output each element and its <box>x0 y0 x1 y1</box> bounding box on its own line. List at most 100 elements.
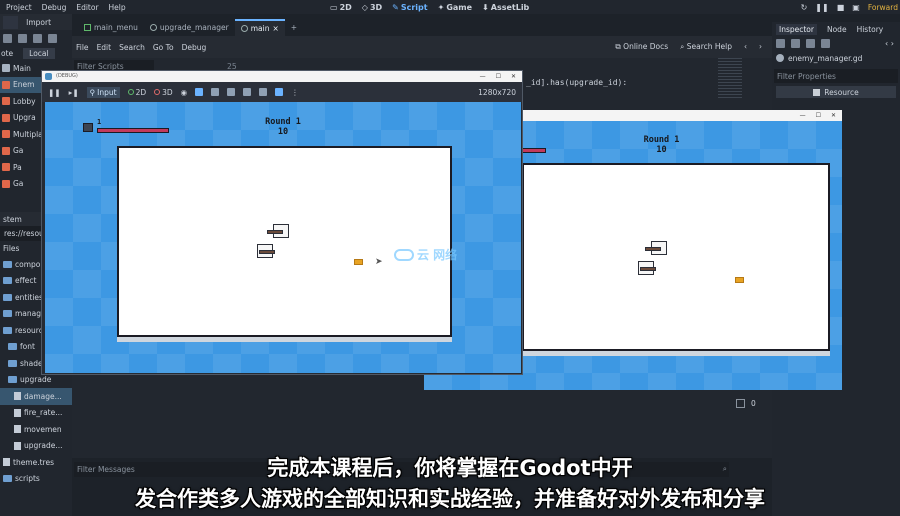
node-icon <box>2 179 10 188</box>
code-line[interactable]: _id].has(upgrade_id): <box>526 78 627 87</box>
menu-search[interactable]: Search <box>119 43 145 52</box>
remote-debug-icon[interactable]: ↻ <box>801 3 808 12</box>
camera-icon[interactable] <box>227 88 236 96</box>
filesystem-item[interactable]: movemen <box>0 421 72 438</box>
pause-icon[interactable]: ❚❚ <box>815 3 828 12</box>
online-docs-button[interactable]: ⧉ Online Docs <box>615 42 668 52</box>
menu-file[interactable]: File <box>76 43 89 52</box>
filesystem-item-label: effect <box>15 276 37 286</box>
mode-3d-button[interactable]: 3D <box>154 88 173 97</box>
close-icon[interactable]: ✕ <box>831 112 836 119</box>
round-value: 10 <box>656 145 667 155</box>
checkbox-icon[interactable] <box>736 398 745 408</box>
maximize-icon[interactable]: ☐ <box>816 112 821 119</box>
menu-script-debug[interactable]: Debug <box>182 43 207 52</box>
movie-icon[interactable]: ▣ <box>852 3 860 12</box>
more-options-icon[interactable]: ⋮ <box>291 88 299 97</box>
add-tab-button[interactable]: + <box>285 19 303 36</box>
inspector-tabs: Inspector Node History <box>772 22 900 36</box>
workspace-assetlib-button[interactable]: ⬇ AssetLib <box>482 3 529 12</box>
tab-history[interactable]: History <box>857 25 884 34</box>
scene-tree-item-label: Ga <box>13 179 24 189</box>
tab-import[interactable]: Import <box>26 18 51 27</box>
close-icon[interactable]: × <box>272 24 278 33</box>
zoom-reset-icon[interactable] <box>243 88 252 96</box>
folder-icon <box>8 359 17 367</box>
workspace-3d-button[interactable]: ◇ 3D <box>362 3 382 12</box>
tab-scene[interactable] <box>3 15 19 29</box>
filesystem-item[interactable]: damage... <box>0 388 72 405</box>
node-icon <box>2 97 10 106</box>
arena <box>522 163 830 351</box>
code-minimap[interactable] <box>718 58 742 98</box>
resource-section[interactable]: Resource <box>776 86 896 98</box>
extra-options-icon[interactable] <box>821 38 830 48</box>
select-icon[interactable] <box>195 88 204 96</box>
minimize-icon[interactable]: — <box>480 73 486 80</box>
maximize-icon[interactable]: ☐ <box>496 73 501 80</box>
next-frame-icon[interactable]: ▸❚ <box>69 88 79 97</box>
fit-icon[interactable] <box>259 88 268 96</box>
menu-project[interactable]: Project <box>6 3 32 12</box>
scene-toolbar <box>0 30 72 46</box>
tab-main-menu[interactable]: main_menu <box>78 19 144 36</box>
workspace-script-button[interactable]: ✎ Script <box>392 3 427 12</box>
tab-node[interactable]: Node <box>827 25 847 34</box>
workspace-game-button[interactable]: ✦ Game <box>438 3 472 12</box>
tab-inspector[interactable]: Inspector <box>776 23 817 35</box>
workspace-3d-label: 3D <box>369 2 383 12</box>
subtitle-line-1: 完成本课程后，你将掌握在Godot中开 <box>267 456 633 480</box>
editor-top-bar: Project Debug Editor Help ▭ 2D ◇ 3D ✎ Scrip… <box>0 0 900 14</box>
prev-script-icon[interactable]: ‹ <box>744 42 747 52</box>
stop-icon[interactable]: ■ <box>837 3 845 12</box>
filesystem-item-label: fire_rate... <box>24 408 63 418</box>
search-help-button[interactable]: ⌕ Search Help <box>680 42 732 52</box>
filter-properties-input[interactable]: Filter Properties <box>774 69 898 83</box>
run-controls: ↻ ❚❚ ■ ▣ Forward <box>801 3 900 12</box>
visibility-icon[interactable]: ◉ <box>181 88 188 97</box>
renderer-label[interactable]: Forward <box>868 3 898 12</box>
filesystem-item-label: damage... <box>24 391 62 401</box>
new-resource-icon[interactable] <box>776 38 785 48</box>
filesystem-item[interactable]: fire_rate... <box>0 405 72 422</box>
tab-main[interactable]: main × <box>234 19 285 36</box>
game-toolbar: ❚❚ ▸❚ ⚲ Input 2D 3D ◉ ⋮ 1280x720 <box>42 82 522 102</box>
workspace-2d-button[interactable]: ▭ 2D <box>330 3 352 12</box>
resource-icon <box>813 88 821 96</box>
open-resource-icon[interactable] <box>791 38 800 48</box>
node-icon <box>2 113 10 122</box>
menu-goto[interactable]: Go To <box>153 43 174 52</box>
menu-edit[interactable]: Edit <box>97 43 112 52</box>
game-viewport[interactable]: 1 Round 1 10 ➤ <box>45 102 521 373</box>
mode-2d-button[interactable]: 2D <box>127 88 146 97</box>
minimize-icon[interactable]: — <box>800 112 806 119</box>
close-icon[interactable]: ✕ <box>511 73 516 80</box>
menu-editor[interactable]: Editor <box>76 3 98 12</box>
tab-upgrade-manager[interactable]: upgrade_manager <box>144 19 235 36</box>
next-script-icon[interactable]: › <box>759 42 762 52</box>
folder-icon <box>3 326 12 334</box>
script-attach-icon[interactable] <box>48 33 57 43</box>
workspace-game-label: Game <box>446 2 473 12</box>
menu-help[interactable]: Help <box>109 3 126 12</box>
game-window-primary[interactable]: (DEBUG) — ☐ ✕ ❚❚ ▸❚ ⚲ Input 2D 3D ◉ ⋮ 128… <box>41 70 523 375</box>
filter-icon[interactable] <box>33 33 42 43</box>
remote-button[interactable]: ote <box>1 49 13 58</box>
pause-icon[interactable]: ❚❚ <box>48 88 61 97</box>
menu-debug[interactable]: Debug <box>42 3 67 12</box>
link-icon[interactable] <box>18 33 27 43</box>
game-window-titlebar[interactable]: (DEBUG) — ☐ ✕ <box>42 71 522 82</box>
save-resource-icon[interactable] <box>806 38 815 48</box>
godot-logo-icon <box>45 73 52 80</box>
embed-icon[interactable] <box>275 88 284 96</box>
list-icon[interactable] <box>211 88 220 96</box>
game-icon: ✦ <box>437 2 445 12</box>
gear-icon <box>776 54 784 62</box>
folder-icon <box>3 310 12 318</box>
local-button[interactable]: Local <box>23 47 55 59</box>
node-icon <box>149 24 157 31</box>
inspected-file[interactable]: enemy_manager.gd <box>772 50 900 66</box>
input-mode-button[interactable]: ⚲ Input <box>86 86 120 98</box>
add-node-icon[interactable] <box>3 33 12 43</box>
history-nav[interactable]: ‹ › <box>885 39 900 48</box>
